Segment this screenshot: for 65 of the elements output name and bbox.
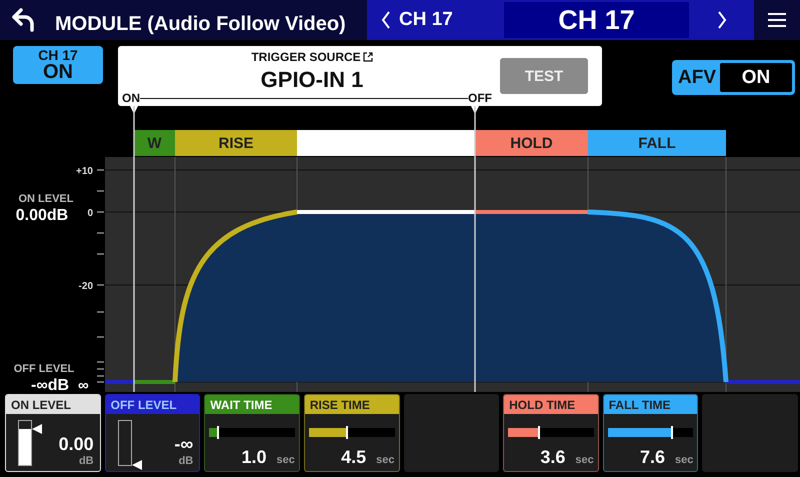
card-title: RISE TIME (304, 395, 398, 414)
phase-segment: W (134, 130, 175, 156)
off-level-line (105, 380, 134, 384)
value-text: -∞ (174, 434, 194, 455)
on-level-value: 0.00dB (16, 207, 68, 224)
time-bar-track[interactable] (308, 428, 394, 437)
time-bar-track[interactable] (209, 428, 295, 437)
time-card[interactable]: FALL TIME 7.6 sec (602, 394, 698, 472)
on-level-caption: ON LEVEL (18, 193, 74, 205)
unit-text: sec (675, 454, 694, 466)
card-title: FALL TIME (604, 395, 698, 414)
phase-segment: HOLD (475, 130, 588, 156)
back-button[interactable] (0, 0, 45, 40)
unit-text: dB (178, 455, 194, 467)
unit-text: dB (78, 455, 94, 467)
level-card[interactable]: OFF LEVEL -∞ dB (104, 394, 200, 472)
scale-label: -20 (78, 281, 93, 292)
time-card[interactable]: WAIT TIME 1.0 sec (204, 394, 300, 472)
time-bar-thumb[interactable] (670, 426, 673, 439)
menu-icon (768, 13, 786, 27)
afv-label: AFV (677, 66, 716, 88)
chevron-right-icon (716, 10, 726, 30)
time-card[interactable]: HOLD TIME 3.6 sec (503, 394, 599, 472)
off-marker-label: OFF (468, 91, 492, 105)
wait-line (134, 380, 175, 384)
trigger-source-panel[interactable]: TRIGGER SOURCE GPIO-IN 1 TEST ON OFF (118, 46, 602, 106)
previous-channel-button[interactable]: CH 17 (367, 0, 504, 40)
chevron-left-icon (381, 10, 391, 30)
value-text: 1.0 (241, 447, 267, 468)
card-title: HOLD TIME (504, 395, 598, 414)
trigger-source-value: GPIO-IN 1 (260, 67, 364, 93)
time-bar-track[interactable] (508, 428, 594, 437)
afv-toggle[interactable]: AFV ON (672, 60, 795, 95)
level-card[interactable]: ON LEVEL 0.00 dB (5, 394, 101, 472)
value-text: 7.6 (640, 447, 666, 468)
off-level-caption: OFF LEVEL (14, 363, 74, 375)
unit-text: sec (276, 454, 295, 466)
time-card[interactable]: RISE TIME 4.5 sec (304, 394, 400, 472)
value-text: 3.6 (540, 447, 566, 468)
card-title: OFF LEVEL (106, 395, 200, 414)
external-link-icon (362, 52, 373, 62)
menu-button[interactable] (754, 0, 800, 40)
off-level-symbol: ∞ (78, 377, 89, 392)
unit-text: sec (575, 454, 594, 466)
card-title: WAIT TIME (205, 395, 299, 414)
phase-segment: FALL (588, 130, 726, 156)
afv-value[interactable]: ON (720, 63, 792, 92)
phase-segment: RISE (175, 130, 297, 156)
value-text: 4.5 (341, 447, 366, 468)
off-level-value: -∞dB (31, 377, 70, 392)
time-bar-thumb[interactable] (346, 426, 348, 439)
card-title: ON LEVEL (6, 395, 100, 414)
trigger-source-caption: TRIGGER SOURCE (251, 50, 373, 64)
page-title: MODULE (Audio Follow Video) (55, 13, 346, 36)
time-bar-thumb[interactable] (216, 426, 219, 439)
value-text: 0.00 (58, 434, 94, 455)
scale-label: 0 (87, 208, 93, 219)
scale-label: +10 (76, 166, 93, 177)
back-arrow-icon (10, 8, 36, 32)
on-marker-label: ON (122, 91, 140, 105)
unit-text: sec (376, 454, 394, 466)
current-channel: CH 17 (504, 2, 689, 38)
channel-on-button[interactable]: CH 17 ON (13, 46, 103, 84)
time-bar-thumb[interactable] (538, 426, 540, 439)
time-bar-track[interactable] (608, 428, 694, 437)
